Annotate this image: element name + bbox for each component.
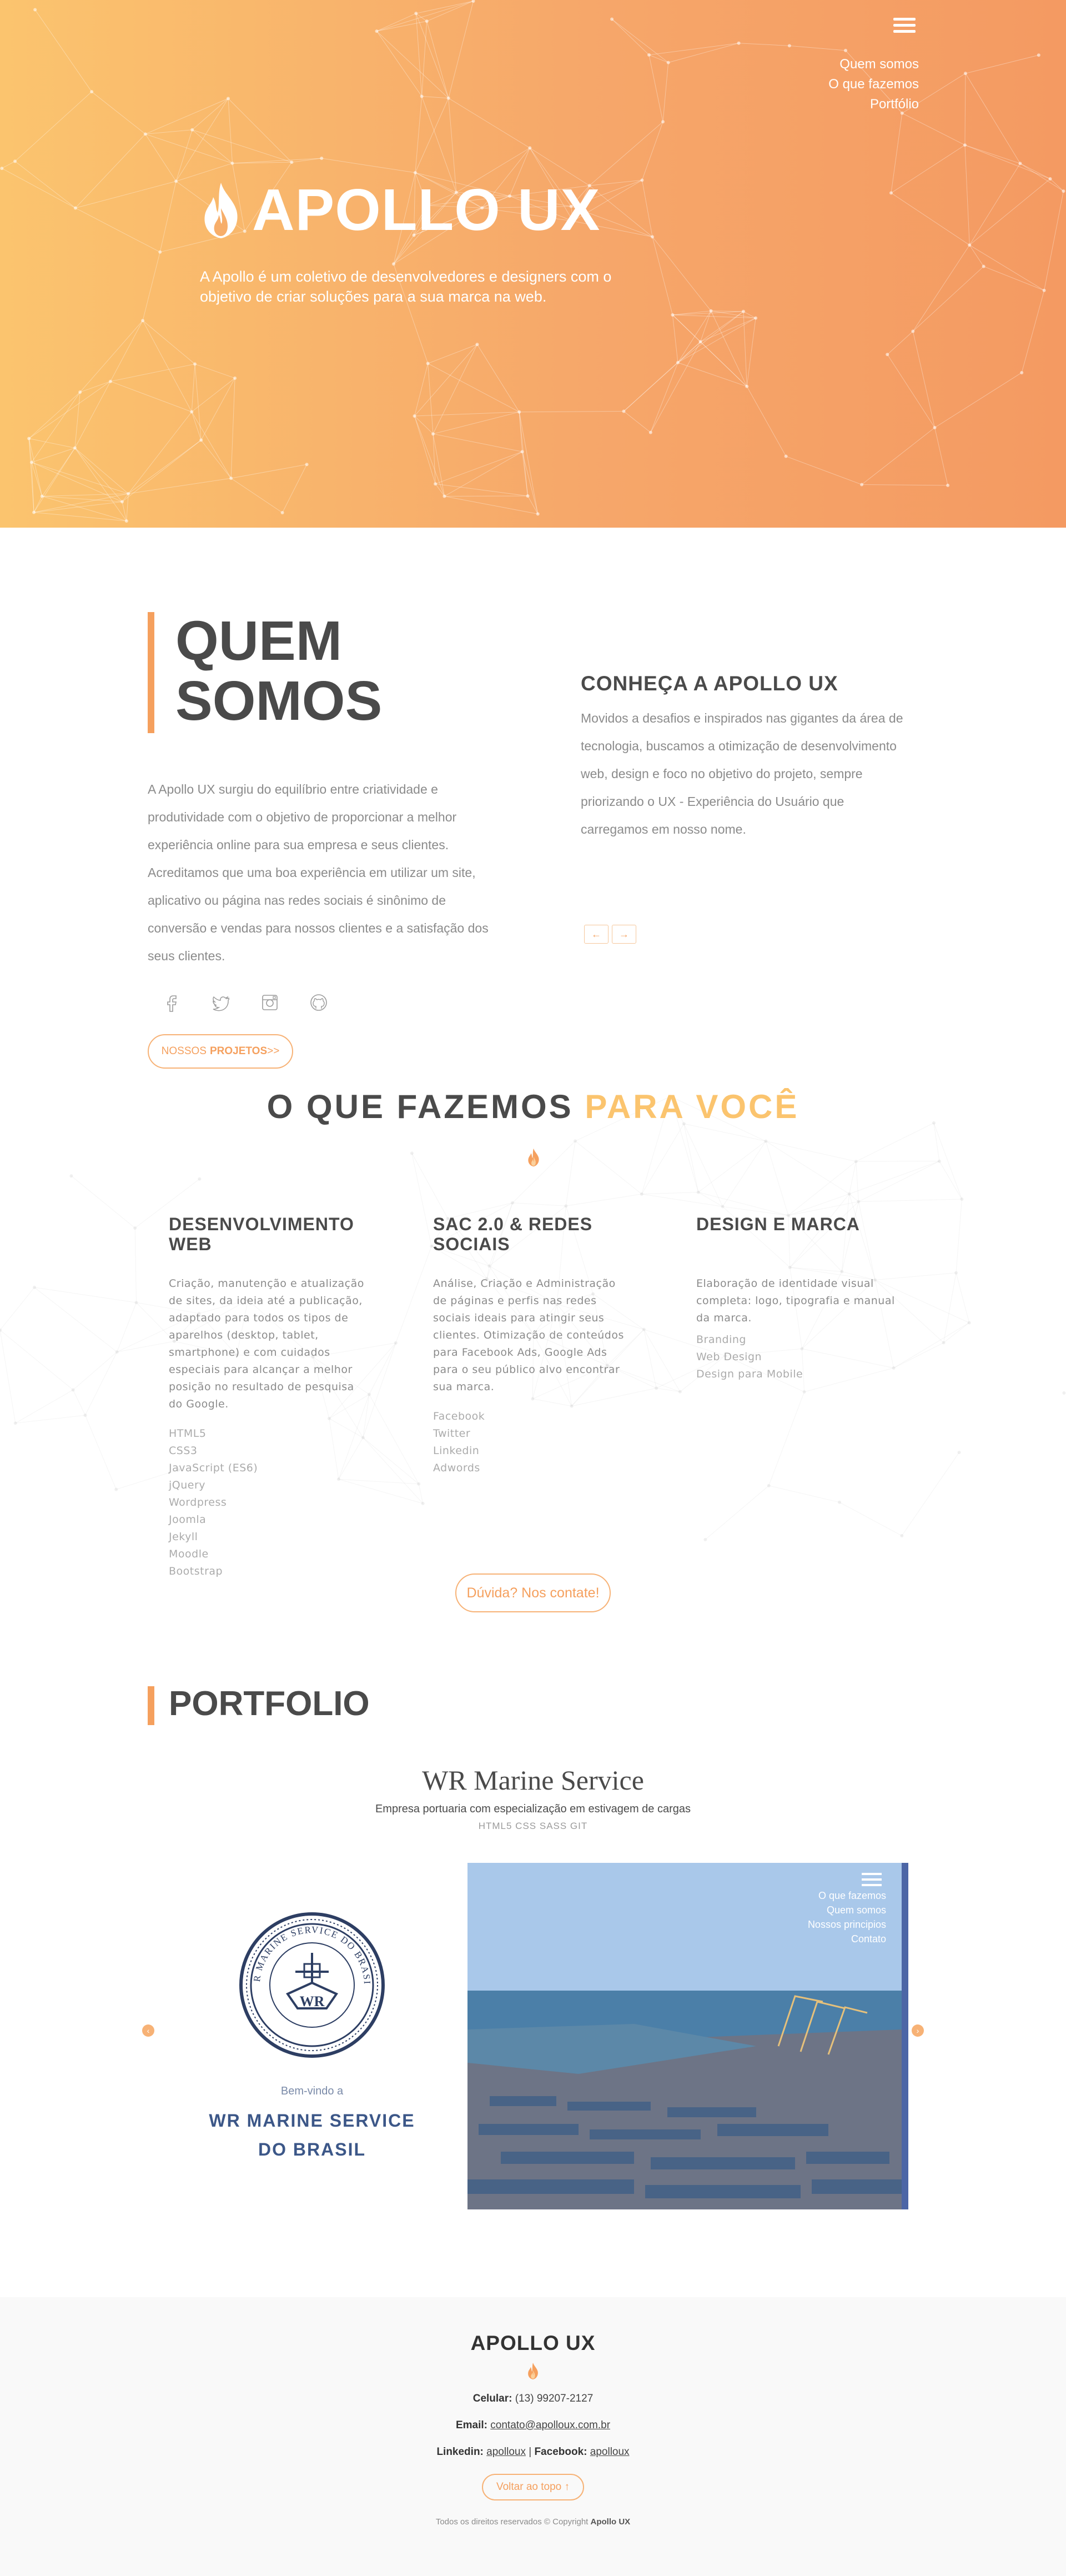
- instagram-icon[interactable]: [259, 991, 281, 1014]
- tag: Design para Mobile: [696, 1368, 803, 1380]
- about-title: QUEM SOMOS: [175, 611, 382, 731]
- know-apollo-title: CONHEÇA A APOLLO UX: [581, 672, 838, 695]
- service-title: DESENVOLVIMENTO WEB: [169, 1214, 354, 1254]
- tag: Web Design: [696, 1351, 762, 1363]
- tag: Moodle: [169, 1548, 209, 1560]
- hero-brand: APOLLO UX: [199, 177, 600, 244]
- about-title-line1: QUEM: [175, 610, 342, 672]
- tag: Branding: [696, 1334, 746, 1346]
- copyright: Todos os direitos reservados © Copyright…: [435, 2517, 631, 2527]
- section-accent-bar: [148, 1686, 154, 1725]
- tag: Facebook: [433, 1410, 485, 1422]
- footer-social: Linkedin: apolloux | Facebook: apolloux: [436, 2446, 630, 2458]
- project-tech: HTML5 CSS SASS GIT: [478, 1821, 588, 1831]
- flame-icon: [528, 2363, 538, 2379]
- preview-welcome-text: Bem-vindo a: [280, 2085, 344, 2097]
- twitter-icon[interactable]: [210, 991, 232, 1014]
- project-name: WR Marine Service: [422, 1765, 644, 1796]
- hero-section: Quem somos O que fazemos Portfólio APOLL…: [0, 0, 1066, 528]
- main-nav: Quem somos O que fazemos Portfólio: [828, 54, 919, 114]
- service-title: SAC 2.0 & REDES SOCIAIS: [433, 1214, 593, 1254]
- tag: Joomla: [169, 1513, 207, 1526]
- service-web-development: DESENVOLVIMENTO WEB Criação, manutenção …: [169, 1214, 369, 1580]
- carousel-next-button[interactable]: →: [612, 925, 636, 944]
- tag: Linkedin: [433, 1445, 480, 1457]
- contact-us-button[interactable]: Dúvida? Nos contate!: [455, 1573, 611, 1612]
- preview-scrollbar: [902, 1863, 908, 2209]
- service-tags: Facebook Twitter Linkedin Adwords: [433, 1408, 633, 1477]
- social-links: [161, 991, 330, 1014]
- service-text: Criação, manutenção e atualização de sit…: [169, 1277, 364, 1410]
- tag: jQuery: [169, 1479, 206, 1491]
- linkedin-link[interactable]: apolloux: [486, 2446, 526, 2458]
- service-design-brand: DESIGN E MARCA Elaboração de identidade …: [696, 1214, 896, 1383]
- service-text: Elaboração de identidade visual completa…: [696, 1277, 895, 1324]
- service-tags: Branding Web Design Design para Mobile: [696, 1331, 896, 1383]
- tag: HTML5: [169, 1427, 207, 1440]
- hamburger-icon: [893, 18, 916, 21]
- service-text: Análise, Criação e Administração de pági…: [433, 1277, 624, 1393]
- services-title: O QUE FAZEMOS PARA VOCÊ: [266, 1088, 800, 1125]
- preview-company-name: WR MARINE SERVICE DO BRASIL: [209, 2111, 415, 2159]
- nav-item-portfolio[interactable]: Portfólio: [828, 94, 919, 114]
- facebook-icon[interactable]: [161, 991, 183, 1014]
- github-icon[interactable]: [308, 991, 330, 1014]
- project-preview-screenshot: O que fazemos Quem somos Nossos principi…: [467, 1863, 908, 2209]
- hero-title: APOLLO UX: [252, 177, 601, 243]
- service-title: DESIGN E MARCA: [696, 1214, 860, 1234]
- nav-item-o-que-fazemos[interactable]: O que fazemos: [828, 74, 919, 94]
- facebook-link[interactable]: apolloux: [590, 2446, 630, 2458]
- tag: Adwords: [433, 1462, 480, 1474]
- tag: Twitter: [433, 1427, 471, 1440]
- hero-description: A Apollo é um coletivo de desenvolvedore…: [200, 268, 612, 305]
- tag: CSS3: [169, 1445, 198, 1457]
- tag: Bootstrap: [169, 1565, 223, 1577]
- about-title-line2: SOMOS: [175, 670, 383, 732]
- portfolio-prev-button[interactable]: ‹: [142, 2024, 154, 2037]
- service-social-media: SAC 2.0 & REDES SOCIAIS Análise, Criação…: [433, 1214, 633, 1477]
- hamburger-icon: [862, 1873, 882, 1887]
- know-apollo-text: Movidos a desafios e inspirados nas giga…: [581, 711, 903, 836]
- flame-icon: [528, 1148, 539, 1167]
- email-link[interactable]: contato@apolloux.com.br: [490, 2419, 610, 2431]
- service-tags: HTML5 CSS3 JavaScript (ES6) jQuery Wordp…: [169, 1425, 369, 1580]
- hamburger-menu-button[interactable]: [892, 14, 917, 37]
- footer-phone: Celular: (13) 99207-2127: [472, 2393, 594, 2404]
- wr-marine-seal-logo: WR MARINE SERVICE DO BRASIL WR: [238, 1911, 385, 2058]
- portfolio-title: PORTFOLIO: [169, 1685, 370, 1723]
- preview-nav: O que fazemos Quem somos Nossos principi…: [807, 1890, 886, 1944]
- tag: Jekyll: [169, 1531, 198, 1543]
- back-to-top-button[interactable]: Voltar ao topo ↑: [482, 2474, 584, 2500]
- footer-email: Email: contato@apolloux.com.br: [455, 2419, 611, 2431]
- about-text: A Apollo UX surgiu do equilíbrio entre c…: [148, 782, 489, 963]
- project-description: Empresa portuaria com especialização em …: [375, 1803, 691, 1815]
- carousel-prev-button[interactable]: ←: [584, 925, 609, 944]
- portfolio-next-button[interactable]: ›: [912, 2024, 924, 2037]
- svg-text:WR: WR: [300, 1993, 325, 2009]
- footer: APOLLO UX Celular: (13) 99207-2127 Email…: [0, 2297, 1066, 2576]
- nav-item-quem-somos[interactable]: Quem somos: [828, 54, 919, 74]
- section-accent-bar: [148, 612, 154, 733]
- flame-icon: [204, 182, 238, 238]
- tag: Wordpress: [169, 1496, 227, 1508]
- footer-title: APOLLO UX: [470, 2332, 596, 2354]
- project-preview-intro: WR MARINE SERVICE DO BRASIL WR Bem-vindo…: [189, 1863, 466, 2209]
- our-projects-button[interactable]: NOSSOS PROJETOS >>: [148, 1034, 293, 1069]
- tag: JavaScript (ES6): [169, 1462, 258, 1474]
